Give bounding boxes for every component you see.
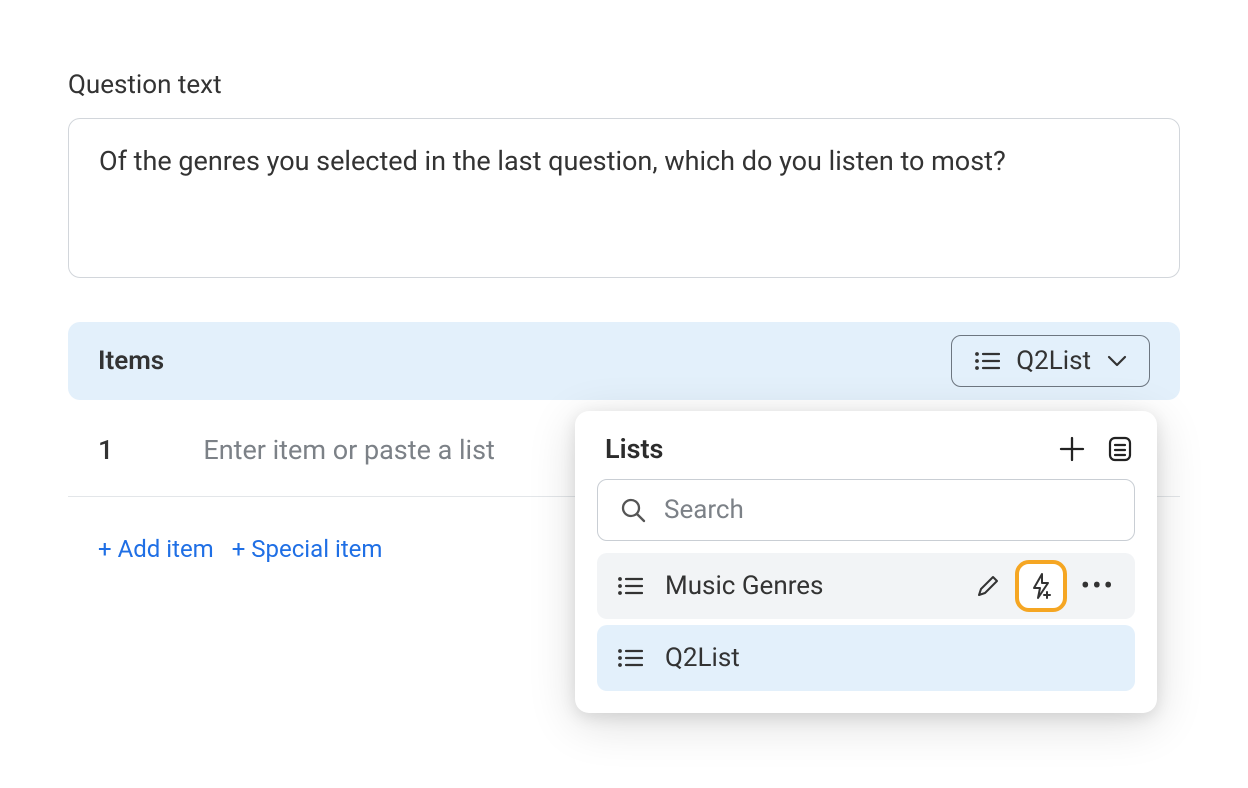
lightning-icon[interactable]	[1029, 572, 1053, 600]
list-item-label: Music Genres	[665, 571, 953, 601]
search-icon	[620, 497, 646, 523]
list-library-button[interactable]	[1105, 434, 1135, 464]
chevron-down-icon	[1107, 355, 1127, 367]
dynamic-list-button-highlight	[1015, 560, 1067, 612]
question-text-label: Question text	[68, 70, 1180, 100]
items-title: Items	[98, 346, 164, 376]
special-item-button[interactable]: + Special item	[232, 535, 383, 563]
list-item-music-genres[interactable]: Music Genres •••	[597, 553, 1135, 619]
lists-search-placeholder: Search	[664, 495, 744, 525]
list-selector-label: Q2List	[1016, 346, 1091, 376]
list-icon	[617, 576, 643, 596]
lists-popover: Lists S	[575, 411, 1157, 713]
edit-list-button[interactable]	[975, 573, 1001, 599]
add-item-button[interactable]: + Add item	[98, 535, 214, 563]
item-input-placeholder[interactable]: Enter item or paste a list	[203, 434, 495, 466]
list-item-label: Q2List	[665, 643, 1115, 673]
add-list-button[interactable]	[1057, 434, 1087, 464]
item-index: 1	[98, 434, 113, 466]
lists-popover-title: Lists	[597, 433, 663, 465]
list-icon	[617, 648, 643, 668]
lists-popover-header: Lists	[597, 433, 1135, 465]
list-icon	[974, 351, 1000, 371]
list-item-q2list[interactable]: Q2List	[597, 625, 1135, 691]
lists-search-input[interactable]: Search	[597, 479, 1135, 541]
question-text-input[interactable]: Of the genres you selected in the last q…	[68, 118, 1180, 278]
items-header-bar: Items Q2List	[68, 322, 1180, 400]
list-selector-chip[interactable]: Q2List	[951, 335, 1150, 387]
